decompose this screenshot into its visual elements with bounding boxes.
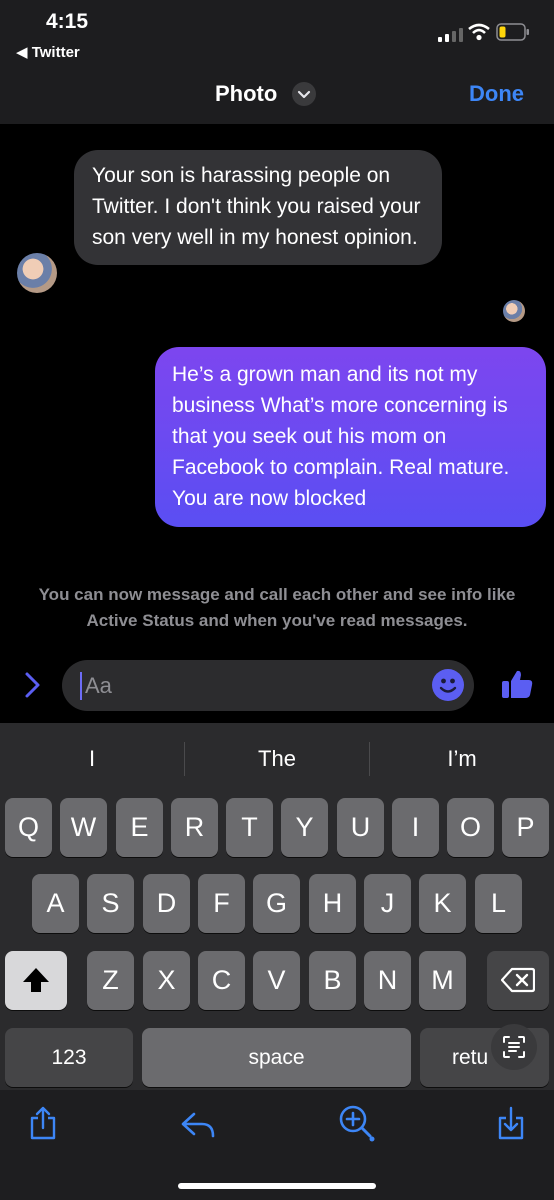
- message-input-placeholder: Aa: [85, 673, 112, 698]
- contact-avatar[interactable]: [17, 253, 57, 293]
- chevron-right-icon[interactable]: [22, 670, 44, 700]
- wifi-icon: [468, 23, 490, 41]
- suggestion-3[interactable]: I’m: [372, 746, 552, 772]
- read-receipt-avatar: [503, 300, 525, 322]
- key-i[interactable]: I: [392, 798, 439, 857]
- space-key[interactable]: space: [142, 1028, 411, 1087]
- shift-key[interactable]: [5, 951, 67, 1010]
- key-r[interactable]: R: [171, 798, 218, 857]
- key-j[interactable]: J: [364, 874, 411, 933]
- chevron-down-icon[interactable]: [292, 82, 316, 106]
- outgoing-message[interactable]: He’s a grown man and its not my business…: [155, 347, 546, 527]
- reply-icon[interactable]: [180, 1110, 216, 1140]
- incoming-message[interactable]: Your son is harassing people on Twitter.…: [74, 150, 442, 265]
- key-b[interactable]: B: [309, 951, 356, 1010]
- key-k[interactable]: K: [419, 874, 466, 933]
- key-d[interactable]: D: [143, 874, 190, 933]
- numbers-key[interactable]: 123: [5, 1028, 133, 1087]
- text-cursor: [80, 672, 82, 700]
- back-to-app-link[interactable]: ◀ Twitter: [16, 43, 80, 61]
- page-title[interactable]: Photo: [215, 81, 277, 107]
- key-c[interactable]: C: [198, 951, 245, 1010]
- cellular-signal-icon: [438, 28, 464, 42]
- backspace-icon: [500, 967, 536, 993]
- key-t[interactable]: T: [226, 798, 273, 857]
- message-input[interactable]: [62, 660, 474, 711]
- key-o[interactable]: O: [447, 798, 494, 857]
- key-l[interactable]: L: [475, 874, 522, 933]
- live-text-icon[interactable]: [491, 1024, 537, 1070]
- key-p[interactable]: P: [502, 798, 549, 857]
- status-time: 4:15: [46, 10, 89, 33]
- suggestion-1[interactable]: I: [2, 746, 182, 772]
- share-icon[interactable]: [28, 1105, 58, 1141]
- key-u[interactable]: U: [337, 798, 384, 857]
- download-icon[interactable]: [496, 1105, 526, 1141]
- key-g[interactable]: G: [253, 874, 300, 933]
- chat-info-notice: You can now message and call each other …: [38, 585, 516, 630]
- shift-icon: [23, 968, 49, 992]
- battery-icon: [496, 23, 529, 41]
- thumbs-up-icon[interactable]: [500, 667, 534, 701]
- suggestion-divider: [369, 742, 370, 776]
- key-x[interactable]: X: [143, 951, 190, 1010]
- key-y[interactable]: Y: [281, 798, 328, 857]
- zoom-icon[interactable]: [337, 1103, 377, 1143]
- key-s[interactable]: S: [87, 874, 134, 933]
- key-z[interactable]: Z: [87, 951, 134, 1010]
- emoji-icon[interactable]: [432, 669, 464, 701]
- suggestion-divider: [184, 742, 185, 776]
- home-indicator[interactable]: [178, 1183, 376, 1189]
- backspace-key[interactable]: [487, 951, 549, 1010]
- key-n[interactable]: N: [364, 951, 411, 1010]
- key-f[interactable]: F: [198, 874, 245, 933]
- key-q[interactable]: Q: [5, 798, 52, 857]
- suggestion-2[interactable]: The: [187, 746, 367, 772]
- key-h[interactable]: H: [309, 874, 356, 933]
- key-v[interactable]: V: [253, 951, 300, 1010]
- key-a[interactable]: A: [32, 874, 79, 933]
- key-w[interactable]: W: [60, 798, 107, 857]
- done-button[interactable]: Done: [469, 81, 524, 107]
- key-m[interactable]: M: [419, 951, 466, 1010]
- key-e[interactable]: E: [116, 798, 163, 857]
